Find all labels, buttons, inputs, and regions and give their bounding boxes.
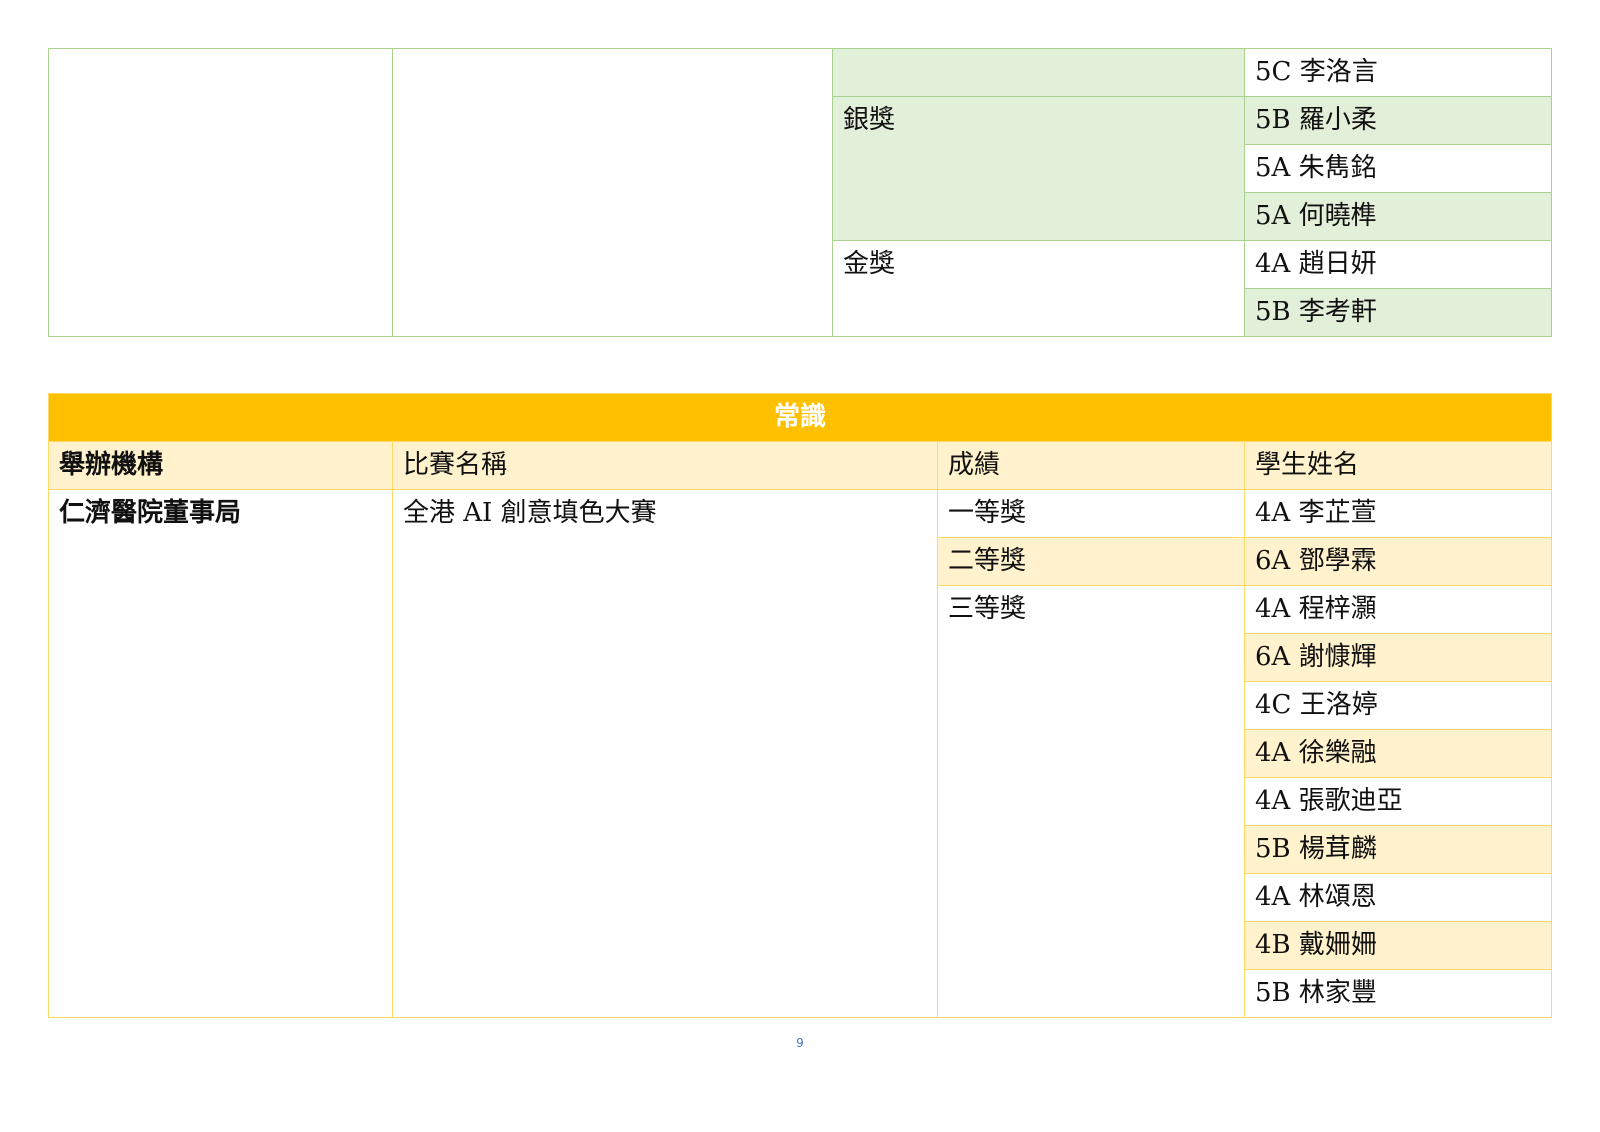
organizer-cell: [48, 48, 393, 337]
student-cell: 4A 趙日妍: [1244, 240, 1552, 289]
student-cell: 4A 徐樂融: [1243, 729, 1553, 778]
student-cell: 5A 朱雋銘: [1244, 144, 1552, 193]
general-studies-table: 常識 舉辦機構 比賽名稱 成績 學生姓名 仁濟醫院董事局 全港 AI 創意填色大…: [47, 393, 1553, 1018]
student-cell: 4A 林頌恩: [1243, 873, 1553, 922]
student-cell: 6A 謝慷輝: [1243, 633, 1553, 682]
header-result: 成績: [937, 441, 1245, 490]
student-cell: 5B 羅小柔: [1244, 96, 1552, 145]
section-title: 常識: [47, 393, 1553, 442]
continued-awards-table: 5C 李洛言 銀獎 5B 羅小柔 5A 朱雋銘 5A 何曉榫 金獎 4A 趙日妍…: [48, 48, 1552, 337]
competition-cell: [392, 48, 833, 337]
page-number: 9: [796, 1036, 804, 1050]
table-header-row: 舉辦機構 比賽名稱 成績 學生姓名: [48, 441, 1553, 490]
student-cell: 5C 李洛言: [1244, 48, 1552, 97]
student-cell: 4B 戴姍姍: [1243, 921, 1553, 970]
award-cell-gold: 金獎: [832, 240, 1245, 337]
header-organizer: 舉辦機構: [48, 441, 393, 490]
student-cell: 5B 李考軒: [1244, 288, 1552, 337]
table-title-row: 常識: [47, 393, 1553, 442]
award-cell-second: 二等獎: [937, 537, 1245, 586]
student-cell: 4A 張歌迪亞: [1243, 777, 1553, 826]
award-cell-silver: 銀獎: [832, 96, 1245, 241]
table-row: 5C 李洛言: [48, 48, 1552, 337]
award-cell-third: 三等獎: [937, 585, 1245, 1018]
competition-cell: 全港 AI 創意填色大賽: [392, 489, 938, 1018]
award-cell: [832, 48, 1245, 97]
student-cell: 4A 李芷萱: [1243, 489, 1553, 538]
table-row: 仁濟醫院董事局 全港 AI 創意填色大賽 一等獎 4A 李芷萱: [48, 489, 1553, 1018]
header-student: 學生姓名: [1243, 441, 1553, 490]
student-cell: 6A 鄧學霖: [1243, 537, 1553, 586]
organizer-cell: 仁濟醫院董事局: [48, 489, 393, 1018]
student-cell: 5B 楊茸麟: [1243, 825, 1553, 874]
award-cell-first: 一等獎: [937, 489, 1245, 538]
student-cell: 5A 何曉榫: [1244, 192, 1552, 241]
student-cell: 4C 王洛婷: [1243, 681, 1553, 730]
student-cell: 5B 林家豐: [1243, 969, 1553, 1018]
header-competition: 比賽名稱: [392, 441, 938, 490]
student-cell: 4A 程梓灝: [1243, 585, 1553, 634]
